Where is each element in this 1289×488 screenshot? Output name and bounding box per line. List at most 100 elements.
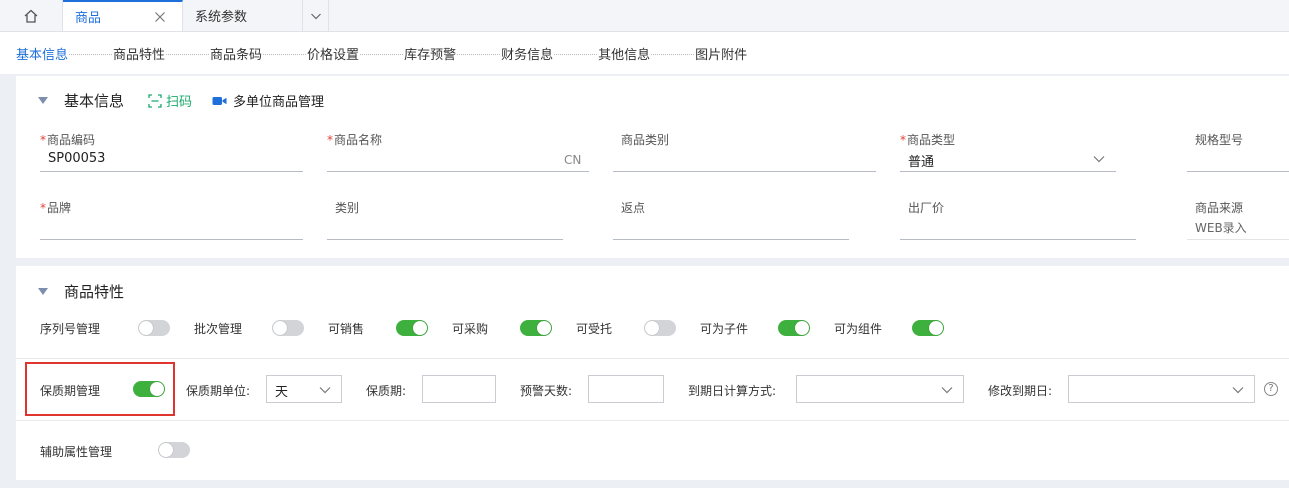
- class-label: 类别: [335, 201, 360, 215]
- secnav-separator: [360, 53, 404, 55]
- consignable-toggle[interactable]: [644, 320, 676, 336]
- basic-info-card: 基本信息 扫码 多单位商品管理 *商品编码 SP00053 *商品名称 CN 商…: [16, 76, 1289, 258]
- language-suffix[interactable]: CN: [564, 153, 581, 167]
- product-type-value: 普通: [908, 155, 935, 170]
- secnav-separator: [651, 53, 695, 55]
- product-code-value: SP00053: [48, 151, 106, 166]
- modify-expiry-select[interactable]: [1068, 375, 1255, 403]
- toggle-label: 可销售: [328, 322, 365, 336]
- batch-toggle[interactable]: [272, 320, 304, 336]
- subpart-toggle[interactable]: [778, 320, 810, 336]
- chevron-down-icon: [1093, 156, 1105, 163]
- collapse-triangle-icon[interactable]: [38, 288, 48, 295]
- tab-more-button[interactable]: [303, 0, 329, 31]
- secnav-item[interactable]: 基本信息: [16, 44, 68, 63]
- video-icon: [212, 96, 227, 105]
- home-tab[interactable]: [0, 0, 63, 31]
- product-code-label: 商品编码: [47, 133, 96, 147]
- aux-attr-label: 辅助属性管理: [40, 445, 113, 459]
- purchasable-toggle[interactable]: [520, 320, 552, 336]
- required-mark: *: [40, 201, 46, 215]
- shelf-unit-value: 天: [275, 385, 289, 400]
- chevron-down-icon: [310, 13, 321, 19]
- toggle-label: 批次管理: [194, 322, 243, 336]
- shelf-life-toggle[interactable]: [133, 381, 165, 397]
- brand-field[interactable]: *品牌: [40, 199, 303, 243]
- required-mark: *: [40, 133, 46, 147]
- home-icon: [24, 9, 38, 23]
- secnav-item[interactable]: 商品条码: [210, 44, 262, 63]
- basic-info-title: 基本信息: [64, 92, 125, 110]
- secnav-separator: [554, 53, 598, 55]
- multi-unit-label: 多单位商品管理: [233, 95, 325, 110]
- scan-icon: [148, 93, 162, 108]
- secnav-item[interactable]: 库存预警: [404, 44, 456, 63]
- modify-expiry-label: 修改到期日:: [988, 384, 1053, 398]
- chevron-down-icon: [1232, 387, 1244, 394]
- toggle-label: 可为子件: [700, 322, 749, 336]
- shelf-unit-label: 保质期单位:: [186, 384, 251, 398]
- factory-price-field[interactable]: 出厂价: [900, 199, 1136, 243]
- tab-product-label: 商品: [75, 11, 102, 26]
- product-source-value: WEB录入: [1195, 221, 1247, 235]
- collapse-triangle-icon[interactable]: [38, 97, 48, 104]
- features-title: 商品特性: [64, 283, 125, 301]
- secnav-item[interactable]: 其他信息: [598, 44, 650, 63]
- toggle-label: 序列号管理: [40, 322, 101, 336]
- shelf-period-input[interactable]: [422, 375, 496, 403]
- required-mark: *: [900, 133, 906, 147]
- secnav-separator: [166, 53, 210, 55]
- basic-info-header: 基本信息 扫码 多单位商品管理: [38, 90, 324, 111]
- close-icon[interactable]: [154, 11, 166, 23]
- chevron-down-icon: [319, 387, 331, 394]
- features-card: 商品特性 序列号管理 批次管理 可销售 可采购 可受托 可为子件 可为组件 保质…: [16, 266, 1289, 480]
- tab-system-params-label: 系统参数: [195, 10, 248, 25]
- product-source-label: 商品来源: [1195, 201, 1244, 215]
- spec-model-label: 规格型号: [1195, 133, 1244, 147]
- tab-bar: 商品 系统参数: [0, 0, 1289, 32]
- brand-label: 品牌: [47, 201, 72, 215]
- warn-days-label: 预警天数:: [520, 384, 573, 398]
- tab-product[interactable]: 商品: [63, 0, 183, 31]
- product-type-label: 商品类型: [907, 133, 956, 147]
- product-name-field[interactable]: *商品名称 CN: [327, 131, 589, 175]
- chevron-down-icon: [941, 387, 953, 394]
- secnav-separator: [457, 53, 501, 55]
- spec-model-field[interactable]: 规格型号: [1187, 131, 1289, 175]
- product-name-label: 商品名称: [334, 133, 383, 147]
- expiry-calc-select[interactable]: [796, 375, 964, 403]
- secnav-item[interactable]: 价格设置: [307, 44, 359, 63]
- product-source-field: 商品来源 WEB录入: [1187, 199, 1289, 243]
- warn-days-input[interactable]: [588, 375, 664, 403]
- tab-system-params[interactable]: 系统参数: [183, 0, 303, 31]
- toggle-label: 可采购: [452, 322, 489, 336]
- shelf-period-label: 保质期:: [366, 384, 407, 398]
- class-field[interactable]: 类别: [327, 199, 563, 243]
- component-toggle[interactable]: [912, 320, 944, 336]
- shelf-life-label: 保质期管理: [40, 384, 101, 398]
- secnav-separator: [263, 53, 307, 55]
- rebate-label: 返点: [621, 201, 646, 215]
- product-category-label: 商品类别: [621, 133, 670, 147]
- secnav-item[interactable]: 商品特性: [113, 44, 165, 63]
- aux-attr-toggle[interactable]: [158, 442, 190, 458]
- secnav-item[interactable]: 图片附件: [695, 44, 747, 63]
- secnav-separator: [69, 53, 113, 55]
- scan-button[interactable]: 扫码: [148, 91, 192, 110]
- secnav-item[interactable]: 财务信息: [501, 44, 553, 63]
- multi-unit-button[interactable]: 多单位商品管理: [212, 91, 324, 110]
- rebate-field[interactable]: 返点: [613, 199, 849, 243]
- sellable-toggle[interactable]: [396, 320, 428, 336]
- shelf-unit-select[interactable]: 天: [266, 375, 342, 403]
- required-mark: *: [327, 133, 333, 147]
- toggle-label: 可受托: [576, 322, 613, 336]
- help-icon[interactable]: ?: [1264, 382, 1278, 396]
- section-nav: 基本信息 商品特性 商品条码 价格设置 库存预警 财务信息 其他信息 图片附件: [0, 32, 1289, 74]
- scan-label: 扫码: [166, 95, 193, 110]
- serial-number-toggle[interactable]: [138, 320, 170, 336]
- product-code-field[interactable]: *商品编码 SP00053: [40, 131, 303, 175]
- expiry-calc-label: 到期日计算方式:: [688, 384, 777, 398]
- features-header: 商品特性: [38, 281, 124, 302]
- product-category-field[interactable]: 商品类别: [613, 131, 876, 175]
- product-type-select[interactable]: *商品类型 普通: [900, 131, 1116, 175]
